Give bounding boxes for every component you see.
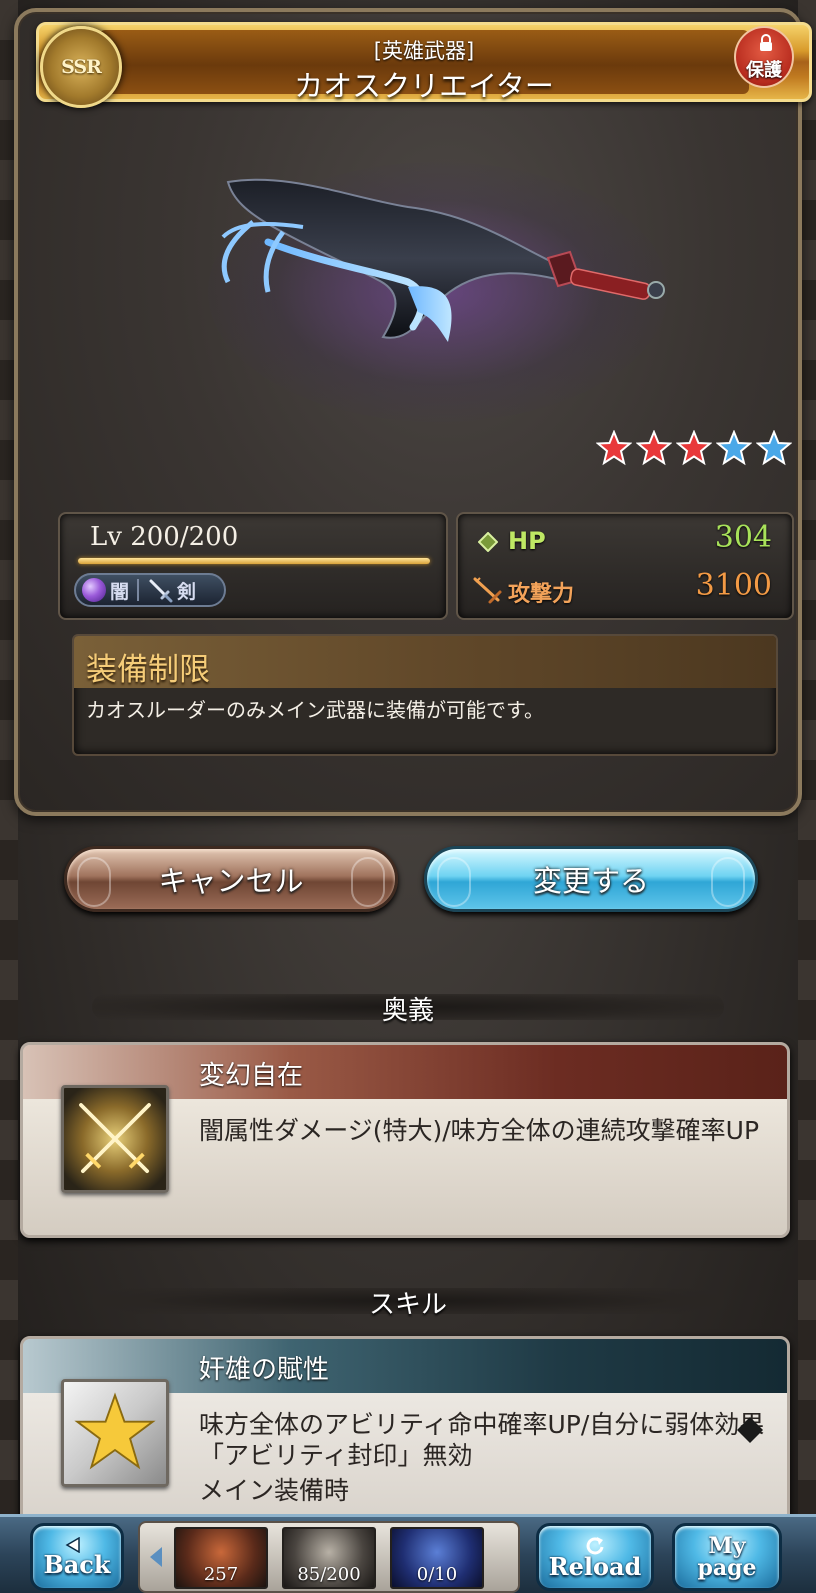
hp-value: 304: [714, 520, 772, 555]
skill-description: 味方全体のアビリティ命中確率UP/自分に弱体効果「アビリティ封印」無効: [199, 1410, 765, 1470]
blue-star-icon: [716, 430, 752, 466]
cancel-button-label: キャンセル: [158, 864, 304, 898]
level-bar: [78, 558, 430, 564]
resource-strip: 257 85/200 0/10: [138, 1521, 520, 1593]
attack-label: 攻撃力: [508, 582, 575, 607]
button-ornament-left: [77, 857, 111, 907]
cancel-button[interactable]: キャンセル: [64, 846, 398, 912]
red-star-icon: [636, 430, 672, 466]
rarity-label: SSR: [61, 56, 102, 78]
dark-element-icon: [82, 578, 106, 602]
back-label: Back: [43, 1550, 111, 1579]
sword-type-icon: [149, 579, 173, 603]
ougi-card: 変幻自在 闇属性ダメージ(特大)/味方全体の連続攻撃確率UP: [20, 1042, 790, 1238]
skill-section-title: スキル: [368, 1290, 447, 1320]
crossed-swords-icon: [61, 1085, 169, 1193]
ap-count: 85/200: [297, 1564, 361, 1585]
hp-diamond-icon: [478, 532, 498, 552]
weapon-type-label: 剣: [177, 580, 197, 603]
lock-icon: [760, 34, 772, 51]
crystal-count: 257: [203, 1564, 239, 1585]
star-skill-icon: [61, 1379, 169, 1487]
attack-value: 3100: [695, 568, 772, 603]
weapon-name: カオスクリエイター: [294, 69, 554, 103]
skill-condition: メイン装備時: [199, 1476, 350, 1505]
element-type-pill: 闇 剣: [74, 573, 226, 607]
reload-button[interactable]: Reload: [536, 1523, 654, 1591]
red-star-icon: [596, 430, 632, 466]
back-button[interactable]: Back: [30, 1523, 124, 1591]
button-ornament-left: [437, 857, 471, 907]
level-text: Lv 200/200: [90, 522, 239, 552]
strip-left-arrow-icon[interactable]: [148, 1545, 164, 1569]
button-ornament-right: [351, 857, 385, 907]
restriction-title: 装備制限: [86, 652, 210, 688]
mypage-button[interactable]: My page: [672, 1523, 782, 1591]
ougi-section-title: 奥義: [381, 996, 434, 1026]
diamond-marker-icon: [737, 1417, 763, 1443]
mypage-label: My page: [697, 1535, 756, 1579]
restriction-description: カオスルーダーのみメイン武器に装備が可能です。: [86, 698, 544, 722]
protect-button[interactable]: 保護: [734, 26, 794, 88]
hp-label: HP: [508, 527, 546, 555]
ougi-description: 闇属性ダメージ(特大)/味方全体の連続攻撃確率UP: [199, 1116, 760, 1145]
pill-divider: [137, 579, 140, 601]
change-button[interactable]: 変更する: [424, 846, 758, 912]
uncap-stars: [596, 430, 792, 466]
weapon-sword-image: [221, 178, 665, 342]
bp-count: 0/10: [416, 1564, 458, 1585]
level-box: Lv 200/200 闇 剣: [58, 512, 448, 620]
title-bar: [英雄武器] カオスクリエイター: [36, 22, 812, 103]
reload-label: Reload: [548, 1552, 642, 1581]
weapon-panel: [英雄武器] カオスクリエイター SSR 保護 Lv 200/200 闇 剣 H…: [14, 8, 812, 816]
bottom-nav-bar: Back 257 85/200 0/10 Reload My page: [0, 1514, 816, 1593]
blue-star-icon: [756, 430, 792, 466]
mypage-label-line2: page: [697, 1555, 757, 1581]
crystal-counter[interactable]: 257: [174, 1527, 268, 1589]
ap-counter[interactable]: 85/200: [282, 1527, 376, 1589]
protect-label: 保護: [746, 60, 782, 81]
attack-sword-icon: [473, 577, 502, 604]
ssr-rarity-badge: SSR: [40, 26, 122, 108]
button-ornament-right: [711, 857, 745, 907]
ougi-name: 変幻自在: [199, 1061, 304, 1091]
element-label: 闇: [110, 580, 130, 603]
equip-restriction-box: 装備制限 カオスルーダーのみメイン武器に装備が可能です。: [72, 634, 778, 756]
change-button-label: 変更する: [532, 864, 649, 898]
skill-card: 奸雄の賦性 味方全体のアビリティ命中確率UP/自分に弱体効果「アビリティ封印」無…: [20, 1336, 790, 1536]
weapon-detail-screen: [英雄武器] カオスクリエイター SSR 保護 Lv 200/200 闇 剣 H…: [0, 0, 816, 1593]
red-star-icon: [676, 430, 712, 466]
weapon-category: [英雄武器]: [373, 39, 475, 63]
stats-box: HP 304 攻撃力 3100: [456, 512, 794, 620]
skill-name: 奸雄の賦性: [199, 1355, 330, 1385]
bp-counter[interactable]: 0/10: [390, 1527, 484, 1589]
